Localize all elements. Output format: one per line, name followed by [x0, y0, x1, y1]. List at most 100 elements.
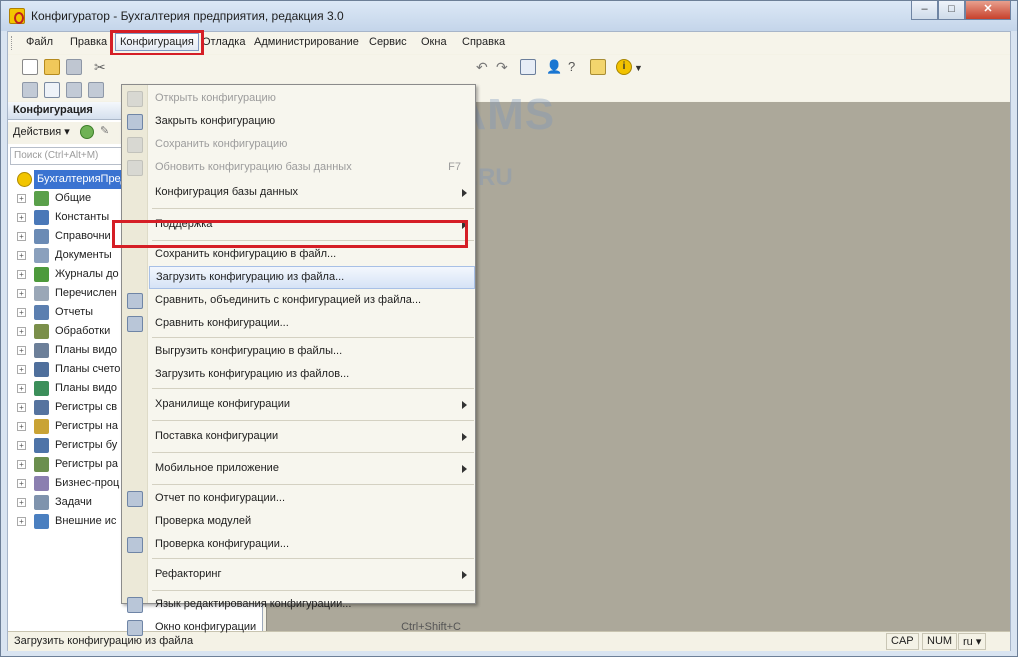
- expand-icon[interactable]: +: [17, 346, 26, 355]
- expand-icon[interactable]: +: [17, 251, 26, 260]
- info-icon[interactable]: i: [616, 59, 632, 75]
- expand-icon[interactable]: +: [17, 441, 26, 450]
- expand-icon[interactable]: +: [17, 194, 26, 203]
- app-window: Конфигуратор - Бухгалтерия предприятия, …: [0, 0, 1018, 657]
- menu-item[interactable]: Язык редактирования конфигурации...: [149, 593, 475, 616]
- tree-item-label: Журналы до: [55, 268, 119, 280]
- expand-icon[interactable]: +: [17, 460, 26, 469]
- menu-edit[interactable]: Правка: [70, 36, 107, 48]
- menu-item[interactable]: Хранилище конфигурации: [149, 391, 475, 418]
- config-tree-icon[interactable]: [44, 82, 60, 98]
- menu-separator: [152, 208, 474, 209]
- tree-item-label: Регистры бу: [55, 439, 118, 451]
- expand-icon[interactable]: +: [17, 422, 26, 431]
- menu-separator: [152, 558, 474, 559]
- submenu-arrow-icon: [462, 570, 467, 579]
- chart-of-characteristics-icon: [34, 343, 49, 358]
- menu-separator: [152, 484, 474, 485]
- close-button[interactable]: ✕: [965, 1, 1011, 20]
- menu-windows[interactable]: Окна: [421, 36, 447, 48]
- submenu-arrow-icon: [462, 464, 467, 473]
- submenu-arrow-icon: [462, 432, 467, 441]
- tree-item-label: Константы: [55, 211, 110, 223]
- menu-item[interactable]: Сравнить конфигурации...: [149, 312, 475, 335]
- title-bar: Конфигуратор - Бухгалтерия предприятия, …: [1, 1, 1017, 31]
- help-search-icon[interactable]: ?: [568, 59, 584, 75]
- num-indicator: NUM: [922, 633, 958, 650]
- tree-item-label: Регистры на: [55, 420, 118, 432]
- menu-item-label: Сохранить конфигурацию: [155, 138, 288, 150]
- minimize-button[interactable]: –: [911, 1, 938, 20]
- expand-icon[interactable]: +: [17, 232, 26, 241]
- menu-item[interactable]: Мобильное приложение: [149, 455, 475, 482]
- menu-debug[interactable]: Отладка: [202, 36, 245, 48]
- menu-item[interactable]: Закрыть конфигурацию: [149, 110, 475, 133]
- expand-icon[interactable]: +: [17, 213, 26, 222]
- reports-icon: [34, 305, 49, 320]
- menu-item[interactable]: Окно конфигурации Ctrl+Shift+C: [149, 616, 475, 639]
- documents-icon: [34, 248, 49, 263]
- edit-icon[interactable]: ✎: [100, 124, 109, 137]
- menu-item[interactable]: Обновить конфигурацию базы данных F7: [149, 156, 475, 179]
- db-icon[interactable]: [66, 82, 82, 98]
- menu-item[interactable]: Проверка модулей: [149, 510, 475, 533]
- expand-icon[interactable]: +: [17, 270, 26, 279]
- enums-icon: [34, 286, 49, 301]
- menu-item[interactable]: Открыть конфигурацию: [149, 87, 475, 110]
- menu-item[interactable]: Сохранить конфигурацию: [149, 133, 475, 156]
- menu-item[interactable]: Сравнить, объединить с конфигурацией из …: [149, 289, 475, 312]
- menu-separator: [152, 590, 474, 591]
- user-icon[interactable]: 👤: [546, 59, 562, 75]
- menu-service[interactable]: Сервис: [369, 36, 407, 48]
- expand-icon[interactable]: +: [17, 308, 26, 317]
- compare-toolbar-icon[interactable]: [88, 82, 104, 98]
- expand-icon[interactable]: +: [17, 327, 26, 336]
- windows-icon[interactable]: [520, 59, 536, 75]
- menu-item-label: Отчет по конфигурации...: [155, 492, 286, 504]
- save-icon[interactable]: [66, 59, 82, 75]
- menu-item[interactable]: Загрузить конфигурацию из файла...: [149, 266, 475, 289]
- undo-icon[interactable]: ↶: [476, 59, 492, 75]
- maximize-button[interactable]: □: [938, 1, 965, 20]
- expand-icon[interactable]: +: [17, 403, 26, 412]
- window-controls: – □ ✕: [911, 1, 1011, 20]
- submenu-arrow-icon: [462, 188, 467, 197]
- tree-item-label: Планы видо: [55, 382, 118, 394]
- tree-item-label: Регистры ра: [55, 458, 118, 470]
- save-config-icon: [127, 136, 143, 153]
- menu-item[interactable]: Отчет по конфигурации...: [149, 487, 475, 510]
- menubar-grip[interactable]: [11, 36, 14, 50]
- expand-icon[interactable]: +: [17, 498, 26, 507]
- new-file-icon[interactable]: [22, 59, 38, 75]
- language-selector[interactable]: ru ▾: [958, 633, 987, 650]
- menu-item[interactable]: Проверка конфигурации...: [149, 533, 475, 556]
- redo-icon[interactable]: ↷: [496, 59, 512, 75]
- add-icon[interactable]: [80, 125, 94, 139]
- expand-icon[interactable]: +: [17, 289, 26, 298]
- business-processes-icon: [34, 476, 49, 491]
- menu-separator: [152, 388, 474, 389]
- menu-administration[interactable]: Администрирование: [254, 36, 359, 48]
- menu-help[interactable]: Справка: [462, 36, 505, 48]
- expand-icon[interactable]: +: [17, 365, 26, 374]
- config-window-icon: [127, 619, 143, 636]
- list-icon[interactable]: [22, 82, 38, 98]
- expand-icon[interactable]: +: [17, 479, 26, 488]
- menu-item[interactable]: Поставка конфигурации: [149, 423, 475, 450]
- chart-of-accounts-icon: [34, 362, 49, 377]
- menu-item-label: Проверка модулей: [155, 515, 252, 527]
- menu-item[interactable]: Конфигурация базы данных: [149, 179, 475, 206]
- menu-file[interactable]: Файл: [26, 36, 53, 48]
- syntax-helper-icon[interactable]: [590, 59, 606, 75]
- menu-item[interactable]: Выгрузить конфигурацию в файлы...: [149, 340, 475, 363]
- app-logo-icon: [9, 8, 25, 24]
- chevron-down-icon[interactable]: ▼: [634, 63, 643, 79]
- menu-item[interactable]: Загрузить конфигурацию из файлов...: [149, 363, 475, 386]
- actions-menu[interactable]: Действия ▾: [13, 126, 70, 138]
- expand-icon[interactable]: +: [17, 384, 26, 393]
- menu-item[interactable]: Рефакторинг: [149, 561, 475, 588]
- cut-icon[interactable]: ✂: [94, 59, 110, 75]
- menu-item-label: Загрузить конфигурацию из файла...: [156, 271, 345, 283]
- open-folder-icon[interactable]: [44, 59, 60, 75]
- expand-icon[interactable]: +: [17, 517, 26, 526]
